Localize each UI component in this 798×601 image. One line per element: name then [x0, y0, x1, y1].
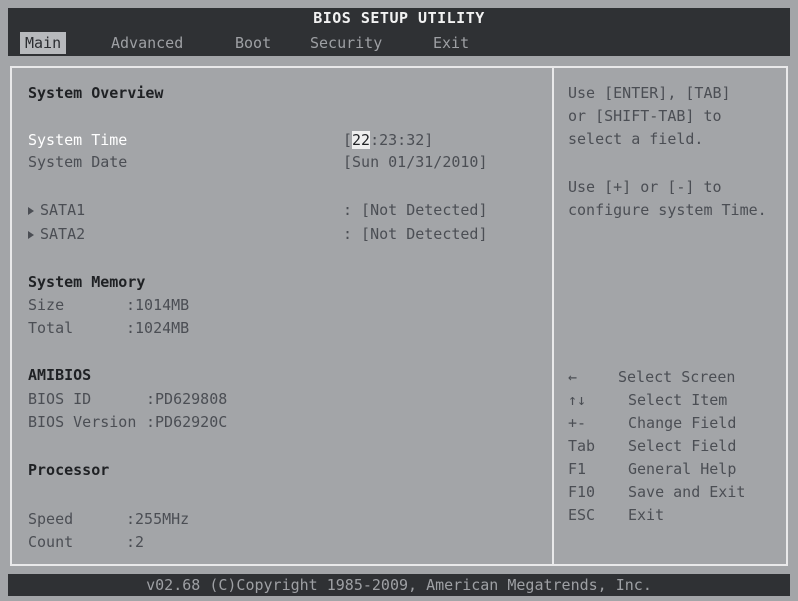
- time-hour-field[interactable]: 22: [352, 131, 371, 149]
- key-left-arrow-icon: ←: [568, 368, 578, 386]
- title-bar: BIOS SETUP UTILITY: [8, 8, 790, 28]
- system-memory-heading: System Memory: [28, 273, 146, 291]
- key-desc: Change Field: [628, 414, 737, 432]
- sata2-item[interactable]: SATA2: [28, 225, 85, 243]
- help-line: Use [+] or [-] to: [568, 178, 722, 196]
- key-updown-arrows-icon: ↑↓: [568, 391, 587, 409]
- key-plus-minus: +-: [568, 414, 587, 432]
- sata1-item[interactable]: SATA1: [28, 201, 85, 219]
- tab-boot[interactable]: Boot: [230, 32, 276, 54]
- memory-size-label: Size: [28, 296, 65, 314]
- bios-screen: BIOS SETUP UTILITY Main Advanced Boot Se…: [0, 0, 798, 601]
- sata2-label: SATA2: [40, 225, 86, 243]
- key-desc: Exit: [628, 506, 665, 524]
- sata1-label: SATA1: [40, 201, 86, 219]
- processor-count-value: :2: [126, 533, 145, 551]
- system-time-value[interactable]: [22:23:32]: [343, 131, 433, 149]
- key-f10: F10: [568, 483, 596, 501]
- key-desc: Select Screen: [618, 368, 736, 386]
- bios-id-label: BIOS ID: [28, 390, 92, 408]
- bios-id-value: :PD629808: [146, 390, 228, 408]
- tab-main[interactable]: Main: [20, 32, 67, 54]
- key-desc: Select Field: [628, 437, 737, 455]
- help-line: Use [ENTER], [TAB]: [568, 84, 731, 102]
- help-line: configure system Time.: [568, 201, 767, 219]
- panel-divider: [552, 66, 554, 566]
- memory-total-value: :1024MB: [126, 319, 190, 337]
- memory-total-label: Total: [28, 319, 74, 337]
- bios-version-label: BIOS Version: [28, 413, 137, 431]
- key-desc: Save and Exit: [628, 483, 746, 501]
- help-line: or [SHIFT-TAB] to: [568, 107, 722, 125]
- processor-speed-label: Speed: [28, 510, 74, 528]
- submenu-arrow-icon: [28, 206, 34, 215]
- system-date-value[interactable]: [Sun 01/31/2010]: [343, 153, 488, 171]
- tab-exit[interactable]: Exit: [428, 32, 474, 54]
- key-desc: Select Item: [628, 391, 728, 409]
- processor-heading: Processor: [28, 461, 110, 479]
- bios-version-value: :PD62920C: [146, 413, 228, 431]
- submenu-arrow-icon: [28, 230, 34, 239]
- tab-advanced[interactable]: Advanced: [106, 32, 188, 54]
- system-overview-heading: System Overview: [28, 84, 164, 102]
- copyright-footer: v02.68 (C)Copyright 1985-2009, American …: [8, 574, 790, 596]
- system-date-label[interactable]: System Date: [28, 153, 127, 171]
- memory-size-value: :1014MB: [126, 296, 190, 314]
- system-time-label[interactable]: System Time: [28, 131, 127, 149]
- key-desc: General Help: [628, 460, 737, 478]
- amibios-heading: AMIBIOS: [28, 366, 92, 384]
- tab-security[interactable]: Security: [305, 32, 387, 54]
- time-bracket-open: [: [343, 131, 353, 149]
- time-rest: :23:32]: [370, 131, 434, 149]
- processor-speed-value: :255MHz: [126, 510, 190, 528]
- sata2-value: : [Not Detected]: [343, 225, 488, 243]
- processor-count-label: Count: [28, 533, 74, 551]
- key-f1: F1: [568, 460, 587, 478]
- menu-bar: Main Advanced Boot Security Exit: [8, 28, 790, 56]
- key-esc: ESC: [568, 506, 596, 524]
- sata1-value: : [Not Detected]: [343, 201, 488, 219]
- help-line: select a field.: [568, 130, 704, 148]
- key-tab: Tab: [568, 437, 596, 455]
